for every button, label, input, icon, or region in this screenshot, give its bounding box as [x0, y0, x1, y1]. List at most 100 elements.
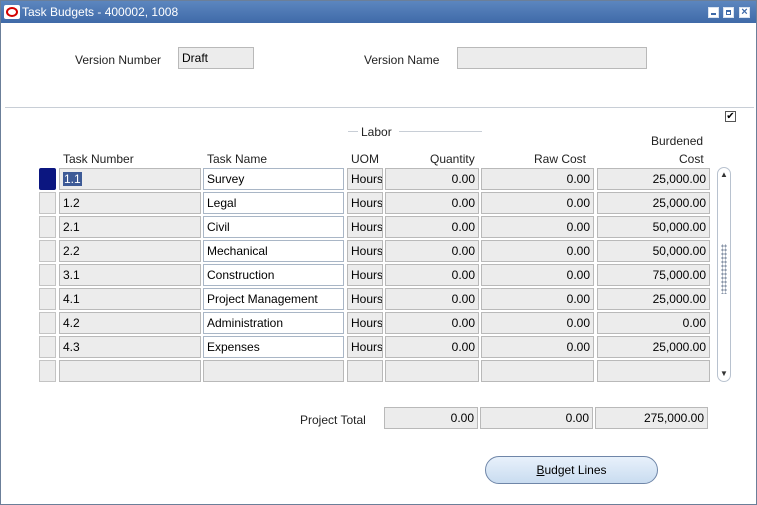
task-number-cell[interactable]: 4.1	[59, 288, 201, 310]
quantity-cell[interactable]	[385, 360, 479, 382]
uom-cell[interactable]	[347, 360, 383, 382]
uom-cell[interactable]: Hours	[347, 240, 383, 262]
burdened-cost-cell: 25,000.00	[597, 168, 710, 190]
task-name-cell[interactable]: Legal	[203, 192, 344, 214]
version-number-label: Version Number	[75, 53, 162, 67]
task-name-cell[interactable]: Civil	[203, 216, 344, 238]
task-name-cell[interactable]: Administration	[203, 312, 344, 334]
burdened-cost-cell-value: 25,000.00	[652, 172, 706, 186]
version-name-field[interactable]	[457, 47, 647, 69]
quantity-cell[interactable]: 0.00	[385, 312, 479, 334]
uom-cell[interactable]: Hours	[347, 168, 383, 190]
raw-cost-cell[interactable]: 0.00	[481, 288, 594, 310]
raw-cost-cell[interactable]	[481, 360, 594, 382]
task-name-cell[interactable]: Expenses	[203, 336, 344, 358]
uom-cell-value: Hours	[351, 172, 383, 186]
raw-cost-cell[interactable]: 0.00	[481, 312, 594, 334]
task-number-cell[interactable]: 4.3	[59, 336, 201, 358]
uom-cell[interactable]: Hours	[347, 192, 383, 214]
minimize-icon[interactable]	[708, 7, 719, 18]
close-icon[interactable]: ×	[739, 7, 750, 18]
show-details-checkbox[interactable]: ✔	[725, 111, 736, 122]
labor-group-label: Labor	[361, 125, 392, 139]
task-name-cell[interactable]: Project Management	[203, 288, 344, 310]
burdened-cost-cell-value: 0.00	[682, 316, 706, 330]
burdened-cost-cell: 50,000.00	[597, 240, 710, 262]
burdened-cost-cell-value: 25,000.00	[652, 292, 706, 306]
raw-cost-cell[interactable]: 0.00	[481, 168, 594, 190]
uom-cell[interactable]: Hours	[347, 312, 383, 334]
raw-cost-cell-value: 0.00	[566, 244, 590, 258]
uom-cell[interactable]: Hours	[347, 216, 383, 238]
version-number-field[interactable]: Draft	[178, 47, 254, 69]
task-number-cell[interactable]: 2.2	[59, 240, 201, 262]
quantity-cell[interactable]: 0.00	[385, 264, 479, 286]
raw-cost-cell[interactable]: 0.00	[481, 240, 594, 262]
raw-cost-cell-value: 0.00	[566, 172, 590, 186]
scroll-down-icon[interactable]: ▼	[719, 368, 729, 380]
row-selector[interactable]	[39, 360, 56, 382]
row-selector[interactable]	[39, 240, 56, 262]
title-bar[interactable]: Task Budgets - 400002, 1008 ×	[1, 1, 756, 23]
task-name-cell-value: Construction	[207, 268, 275, 282]
raw-cost-cell[interactable]: 0.00	[481, 216, 594, 238]
quantity-cell[interactable]: 0.00	[385, 240, 479, 262]
quantity-cell[interactable]: 0.00	[385, 336, 479, 358]
col-quantity: Quantity	[430, 152, 475, 166]
grid-scrollbar[interactable]: ▲ ▼	[717, 167, 731, 382]
task-name-cell[interactable]: Mechanical	[203, 240, 344, 262]
total-raw-cost-value: 0.00	[565, 411, 589, 425]
uom-cell-value: Hours	[351, 292, 383, 306]
row-selector[interactable]	[39, 168, 56, 190]
burdened-cost-cell: 25,000.00	[597, 192, 710, 214]
uom-cell[interactable]: Hours	[347, 336, 383, 358]
window-title: Task Budgets - 400002, 1008	[22, 5, 179, 19]
row-selector[interactable]	[39, 192, 56, 214]
quantity-cell[interactable]: 0.00	[385, 192, 479, 214]
task-name-cell-value: Mechanical	[207, 244, 268, 258]
quantity-cell[interactable]: 0.00	[385, 216, 479, 238]
task-number-cell-value: 2.1	[63, 220, 80, 234]
raw-cost-cell[interactable]: 0.00	[481, 336, 594, 358]
raw-cost-cell[interactable]: 0.00	[481, 192, 594, 214]
row-selector[interactable]	[39, 336, 56, 358]
row-selector[interactable]	[39, 264, 56, 286]
task-name-cell[interactable]: Construction	[203, 264, 344, 286]
scroll-thumb[interactable]	[721, 244, 727, 294]
task-number-cell[interactable]	[59, 360, 201, 382]
task-number-cell[interactable]: 1.2	[59, 192, 201, 214]
col-uom: UOM	[351, 152, 379, 166]
uom-cell-value: Hours	[351, 196, 383, 210]
row-selector[interactable]	[39, 288, 56, 310]
raw-cost-cell-value: 0.00	[566, 292, 590, 306]
row-selector[interactable]	[39, 216, 56, 238]
task-number-cell-value: 1.2	[63, 196, 80, 210]
task-name-cell-value: Expenses	[207, 340, 260, 354]
burdened-cost-cell: 25,000.00	[597, 336, 710, 358]
quantity-cell[interactable]: 0.00	[385, 288, 479, 310]
burdened-cost-cell: 75,000.00	[597, 264, 710, 286]
scroll-up-icon[interactable]: ▲	[719, 169, 729, 181]
task-number-cell[interactable]: 4.2	[59, 312, 201, 334]
task-number-cell[interactable]: 3.1	[59, 264, 201, 286]
total-raw-cost-field: 0.00	[480, 407, 593, 429]
task-number-cell-value: 4.2	[63, 316, 80, 330]
task-name-cell-value: Civil	[207, 220, 230, 234]
task-name-cell[interactable]: Survey	[203, 168, 344, 190]
raw-cost-cell[interactable]: 0.00	[481, 264, 594, 286]
raw-cost-cell-value: 0.00	[566, 196, 590, 210]
raw-cost-cell-value: 0.00	[566, 316, 590, 330]
row-selector[interactable]	[39, 312, 56, 334]
budget-lines-button[interactable]: Budget Lines	[485, 456, 658, 484]
quantity-cell-value: 0.00	[451, 340, 475, 354]
task-number-cell-value: 2.2	[63, 244, 80, 258]
task-name-cell[interactable]	[203, 360, 344, 382]
task-number-cell[interactable]: 2.1	[59, 216, 201, 238]
uom-cell-value: Hours	[351, 220, 383, 234]
task-number-cell[interactable]: 1.1	[59, 168, 201, 190]
uom-cell[interactable]: Hours	[347, 264, 383, 286]
quantity-cell[interactable]: 0.00	[385, 168, 479, 190]
burdened-cost-cell: 0.00	[597, 312, 710, 334]
maximize-icon[interactable]	[723, 7, 734, 18]
uom-cell[interactable]: Hours	[347, 288, 383, 310]
